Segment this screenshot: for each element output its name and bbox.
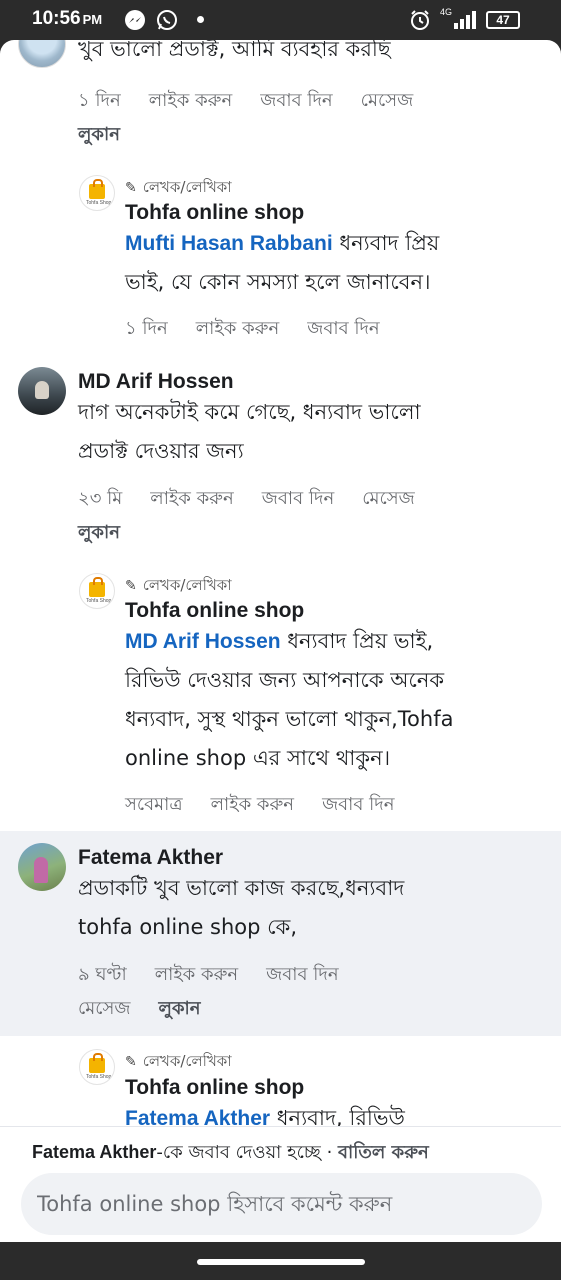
replying-to-name: Fatema Akther bbox=[32, 1142, 157, 1162]
message-button[interactable]: মেসেজ bbox=[362, 488, 415, 509]
home-gesture-bar[interactable] bbox=[197, 1259, 365, 1265]
comment-actions: সবেমাত্র লাইক করুন জবাব দিন bbox=[125, 790, 423, 821]
avatar[interactable] bbox=[18, 367, 66, 415]
comment-author[interactable]: Tohfa online shop bbox=[125, 1076, 304, 1100]
like-button[interactable]: লাইক করুন bbox=[155, 964, 238, 985]
notification-dot bbox=[197, 16, 204, 23]
author-badge: ✎ লেখক/লেখিকা bbox=[125, 576, 232, 594]
comment-text: খুব ভালো প্রডাক্ট, আমি ব্যবহার করছি bbox=[78, 40, 391, 61]
comment-text-line: ধন্যবাদ, সুস্থ থাকুন ভালো থাকুন,Tohfa bbox=[125, 707, 454, 731]
comment-actions: ৯ ঘণ্টা লাইক করুন জবাব দিন bbox=[78, 960, 367, 991]
messenger-icon bbox=[125, 10, 145, 30]
shop-avatar[interactable]: Tohfa Shop bbox=[79, 175, 115, 211]
replying-to-note: Fatema Akther-কে জবাব দেওয়া হচ্ছে · বাত… bbox=[32, 1142, 429, 1163]
reply-button[interactable]: জবাব দিন bbox=[262, 488, 334, 509]
author-badge: ✎ লেখক/লেখিকা bbox=[125, 178, 232, 196]
pencil-icon: ✎ bbox=[125, 180, 137, 196]
comments-sheet[interactable]: খুব ভালো প্রডাক্ট, আমি ব্যবহার করছি ১ দি… bbox=[0, 40, 561, 1242]
author-badge: ✎ লেখক/লেখিকা bbox=[125, 1052, 232, 1070]
comment-text-line: tohfa online shop কে, bbox=[78, 915, 298, 939]
hide-button[interactable]: লুকান bbox=[78, 120, 120, 151]
comment-actions: ১ দিন লাইক করুন জবাব দিন bbox=[125, 314, 408, 345]
battery-icon: 47 bbox=[486, 11, 520, 29]
comment-text: প্রডাকটি খুব ভালো কাজ করছে,ধন্যবাদ bbox=[78, 876, 405, 900]
shop-avatar[interactable]: Tohfa Shop bbox=[79, 573, 115, 609]
comment-time: ১ দিন bbox=[78, 90, 121, 111]
status-bar: 10:56 PM 4G 47 bbox=[0, 0, 561, 40]
reply-button[interactable]: জবাব দিন bbox=[322, 794, 394, 815]
whatsapp-icon bbox=[157, 10, 177, 30]
hide-button[interactable]: লুকান bbox=[78, 518, 120, 549]
comment-text: দাগ অনেকটাই কমে গেছে, ধন্যবাদ ভালো bbox=[78, 400, 421, 424]
cancel-reply-button[interactable]: বাতিল করুন bbox=[338, 1142, 429, 1163]
comment-text: Mufti Hasan Rabbani ধন্যবাদ প্রিয় bbox=[125, 231, 440, 255]
comment-input[interactable] bbox=[21, 1173, 542, 1235]
pencil-icon: ✎ bbox=[125, 1054, 137, 1070]
comment-text-line: প্রডাক্ট দেওয়ার জন্য bbox=[78, 439, 244, 463]
like-button[interactable]: লাইক করুন bbox=[149, 90, 232, 111]
comment-time: ২৩ মি bbox=[78, 488, 123, 509]
comment-actions: ২৩ মি লাইক করুন জবাব দিন মেসেজ bbox=[78, 484, 443, 515]
comment-author[interactable]: MD Arif Hossen bbox=[78, 370, 234, 394]
avatar[interactable] bbox=[18, 40, 66, 68]
mention-link[interactable]: Mufti Hasan Rabbani bbox=[125, 232, 333, 255]
avatar[interactable] bbox=[18, 843, 66, 891]
comment-author[interactable]: Tohfa online shop bbox=[125, 201, 304, 225]
reply-composer-bar: Fatema Akther-কে জবাব দেওয়া হচ্ছে · বাত… bbox=[0, 1126, 561, 1242]
hide-button[interactable]: লুকান bbox=[159, 998, 201, 1019]
message-button[interactable]: মেসেজ bbox=[361, 90, 414, 111]
comment-text-line: রিভিউ দেওয়ার জন্য আপনাকে অনেক bbox=[125, 668, 445, 692]
comment-actions: ১ দিন লাইক করুন জবাব দিন মেসেজ bbox=[78, 86, 441, 117]
mention-link[interactable]: MD Arif Hossen bbox=[125, 630, 281, 653]
comment-author[interactable]: Tohfa online shop bbox=[125, 599, 304, 623]
like-button[interactable]: লাইক করুন bbox=[196, 318, 279, 339]
comment-text-line: ভাই, যে কোন সমস্যা হলে জানাবেন। bbox=[125, 270, 431, 294]
comment-time: ১ দিন bbox=[125, 318, 168, 339]
comment-author[interactable]: Fatema Akther bbox=[78, 846, 223, 870]
reply-button[interactable]: জবাব দিন bbox=[307, 318, 379, 339]
clock: 10:56 PM bbox=[32, 8, 103, 29]
comment-time: সবেমাত্র bbox=[125, 794, 183, 815]
alarm-icon bbox=[411, 10, 429, 30]
comment-time: ৯ ঘণ্টা bbox=[78, 964, 127, 985]
comment-actions-row2: মেসেজ লুকান bbox=[78, 994, 229, 1025]
comment-text-line: online shop এর সাথে থাকুন। bbox=[125, 746, 391, 770]
like-button[interactable]: লাইক করুন bbox=[150, 488, 233, 509]
message-button[interactable]: মেসেজ bbox=[78, 998, 131, 1019]
reply-button[interactable]: জবাব দিন bbox=[266, 964, 338, 985]
network-type: 4G bbox=[440, 7, 453, 17]
comment-text: MD Arif Hossen ধন্যবাদ প্রিয় ভাই, bbox=[125, 629, 434, 653]
shop-avatar[interactable]: Tohfa Shop bbox=[79, 1049, 115, 1085]
signal-icon bbox=[454, 11, 476, 29]
like-button[interactable]: লাইক করুন bbox=[211, 794, 294, 815]
pencil-icon: ✎ bbox=[125, 578, 137, 594]
reply-button[interactable]: জবাব দিন bbox=[260, 90, 332, 111]
